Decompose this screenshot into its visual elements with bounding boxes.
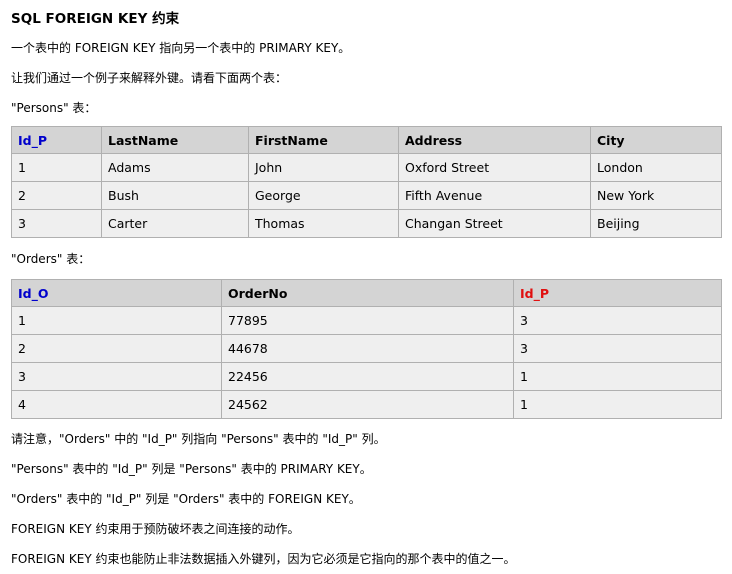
table-cell: 77895: [221, 306, 514, 335]
column-header-id-p: Id_P: [11, 126, 102, 154]
table-row: 2 44678 3: [11, 334, 722, 363]
table-row: 4 24562 1: [11, 390, 722, 419]
table-cell: Fifth Avenue: [398, 181, 591, 210]
table-cell: Changan Street: [398, 209, 591, 238]
table-cell: 1: [513, 362, 722, 391]
column-header-lastname: LastName: [101, 126, 249, 154]
table-cell: 1: [11, 306, 222, 335]
table-cell: 24562: [221, 390, 514, 419]
table-cell: 3: [513, 306, 722, 335]
orders-table: Id_O OrderNo Id_P 1 77895 3 2 44678 3 3 …: [11, 279, 722, 419]
table-cell: Bush: [101, 181, 249, 210]
table-row: 1 Adams John Oxford Street London: [11, 153, 722, 182]
column-header-id-o: Id_O: [11, 279, 222, 307]
note-text: "Persons" 表中的 "Id_P" 列是 "Persons" 表中的 PR…: [11, 462, 372, 476]
table-cell: Oxford Street: [398, 153, 591, 182]
column-header-firstname: FirstName: [248, 126, 399, 154]
column-header-city: City: [590, 126, 722, 154]
table-cell: 3: [513, 334, 722, 363]
example-intro-text: 让我们通过一个例子来解释外键。请看下面两个表：: [11, 71, 288, 85]
column-header-id-p-foreign: Id_P: [513, 279, 722, 307]
table-cell: 44678: [221, 334, 514, 363]
note-text: 请注意，"Orders" 中的 "Id_P" 列指向 "Persons" 表中的…: [11, 432, 386, 446]
table-row: 3 Carter Thomas Changan Street Beijing: [11, 209, 722, 238]
table-cell: 2: [11, 181, 102, 210]
table-cell: London: [590, 153, 722, 182]
table-cell: 1: [513, 390, 722, 419]
table-cell: 4: [11, 390, 222, 419]
table-cell: Beijing: [590, 209, 722, 238]
note-text: "Orders" 表中的 "Id_P" 列是 "Orders" 表中的 FORE…: [11, 492, 361, 506]
note-text: FOREIGN KEY 约束用于预防破坏表之间连接的动作。: [11, 522, 300, 536]
table-cell: Carter: [101, 209, 249, 238]
table-cell: Thomas: [248, 209, 399, 238]
table-row: 1 77895 3: [11, 306, 722, 335]
page-title: SQL FOREIGN KEY 约束: [11, 11, 180, 27]
article: SQL FOREIGN KEY 约束 一个表中的 FOREIGN KEY 指向另…: [11, 10, 722, 568]
table-cell: Adams: [101, 153, 249, 182]
table-cell: 3: [11, 209, 102, 238]
intro-text: 一个表中的 FOREIGN KEY 指向另一个表中的 PRIMARY KEY。: [11, 41, 351, 55]
note-text: FOREIGN KEY 约束也能防止非法数据插入外键列，因为它必须是它指向的那个…: [11, 552, 516, 566]
column-header-orderno: OrderNo: [221, 279, 514, 307]
table-header-row: Id_P LastName FirstName Address City: [11, 126, 722, 154]
orders-caption: "Orders" 表：: [11, 252, 91, 266]
table-cell: 1: [11, 153, 102, 182]
column-header-address: Address: [398, 126, 591, 154]
table-cell: 2: [11, 334, 222, 363]
table-cell: New York: [590, 181, 722, 210]
persons-table: Id_P LastName FirstName Address City 1 A…: [11, 126, 722, 238]
table-header-row: Id_O OrderNo Id_P: [11, 279, 722, 307]
table-cell: George: [248, 181, 399, 210]
table-cell: 22456: [221, 362, 514, 391]
persons-caption: "Persons" 表：: [11, 101, 97, 115]
table-cell: John: [248, 153, 399, 182]
table-row: 3 22456 1: [11, 362, 722, 391]
table-cell: 3: [11, 362, 222, 391]
table-row: 2 Bush George Fifth Avenue New York: [11, 181, 722, 210]
